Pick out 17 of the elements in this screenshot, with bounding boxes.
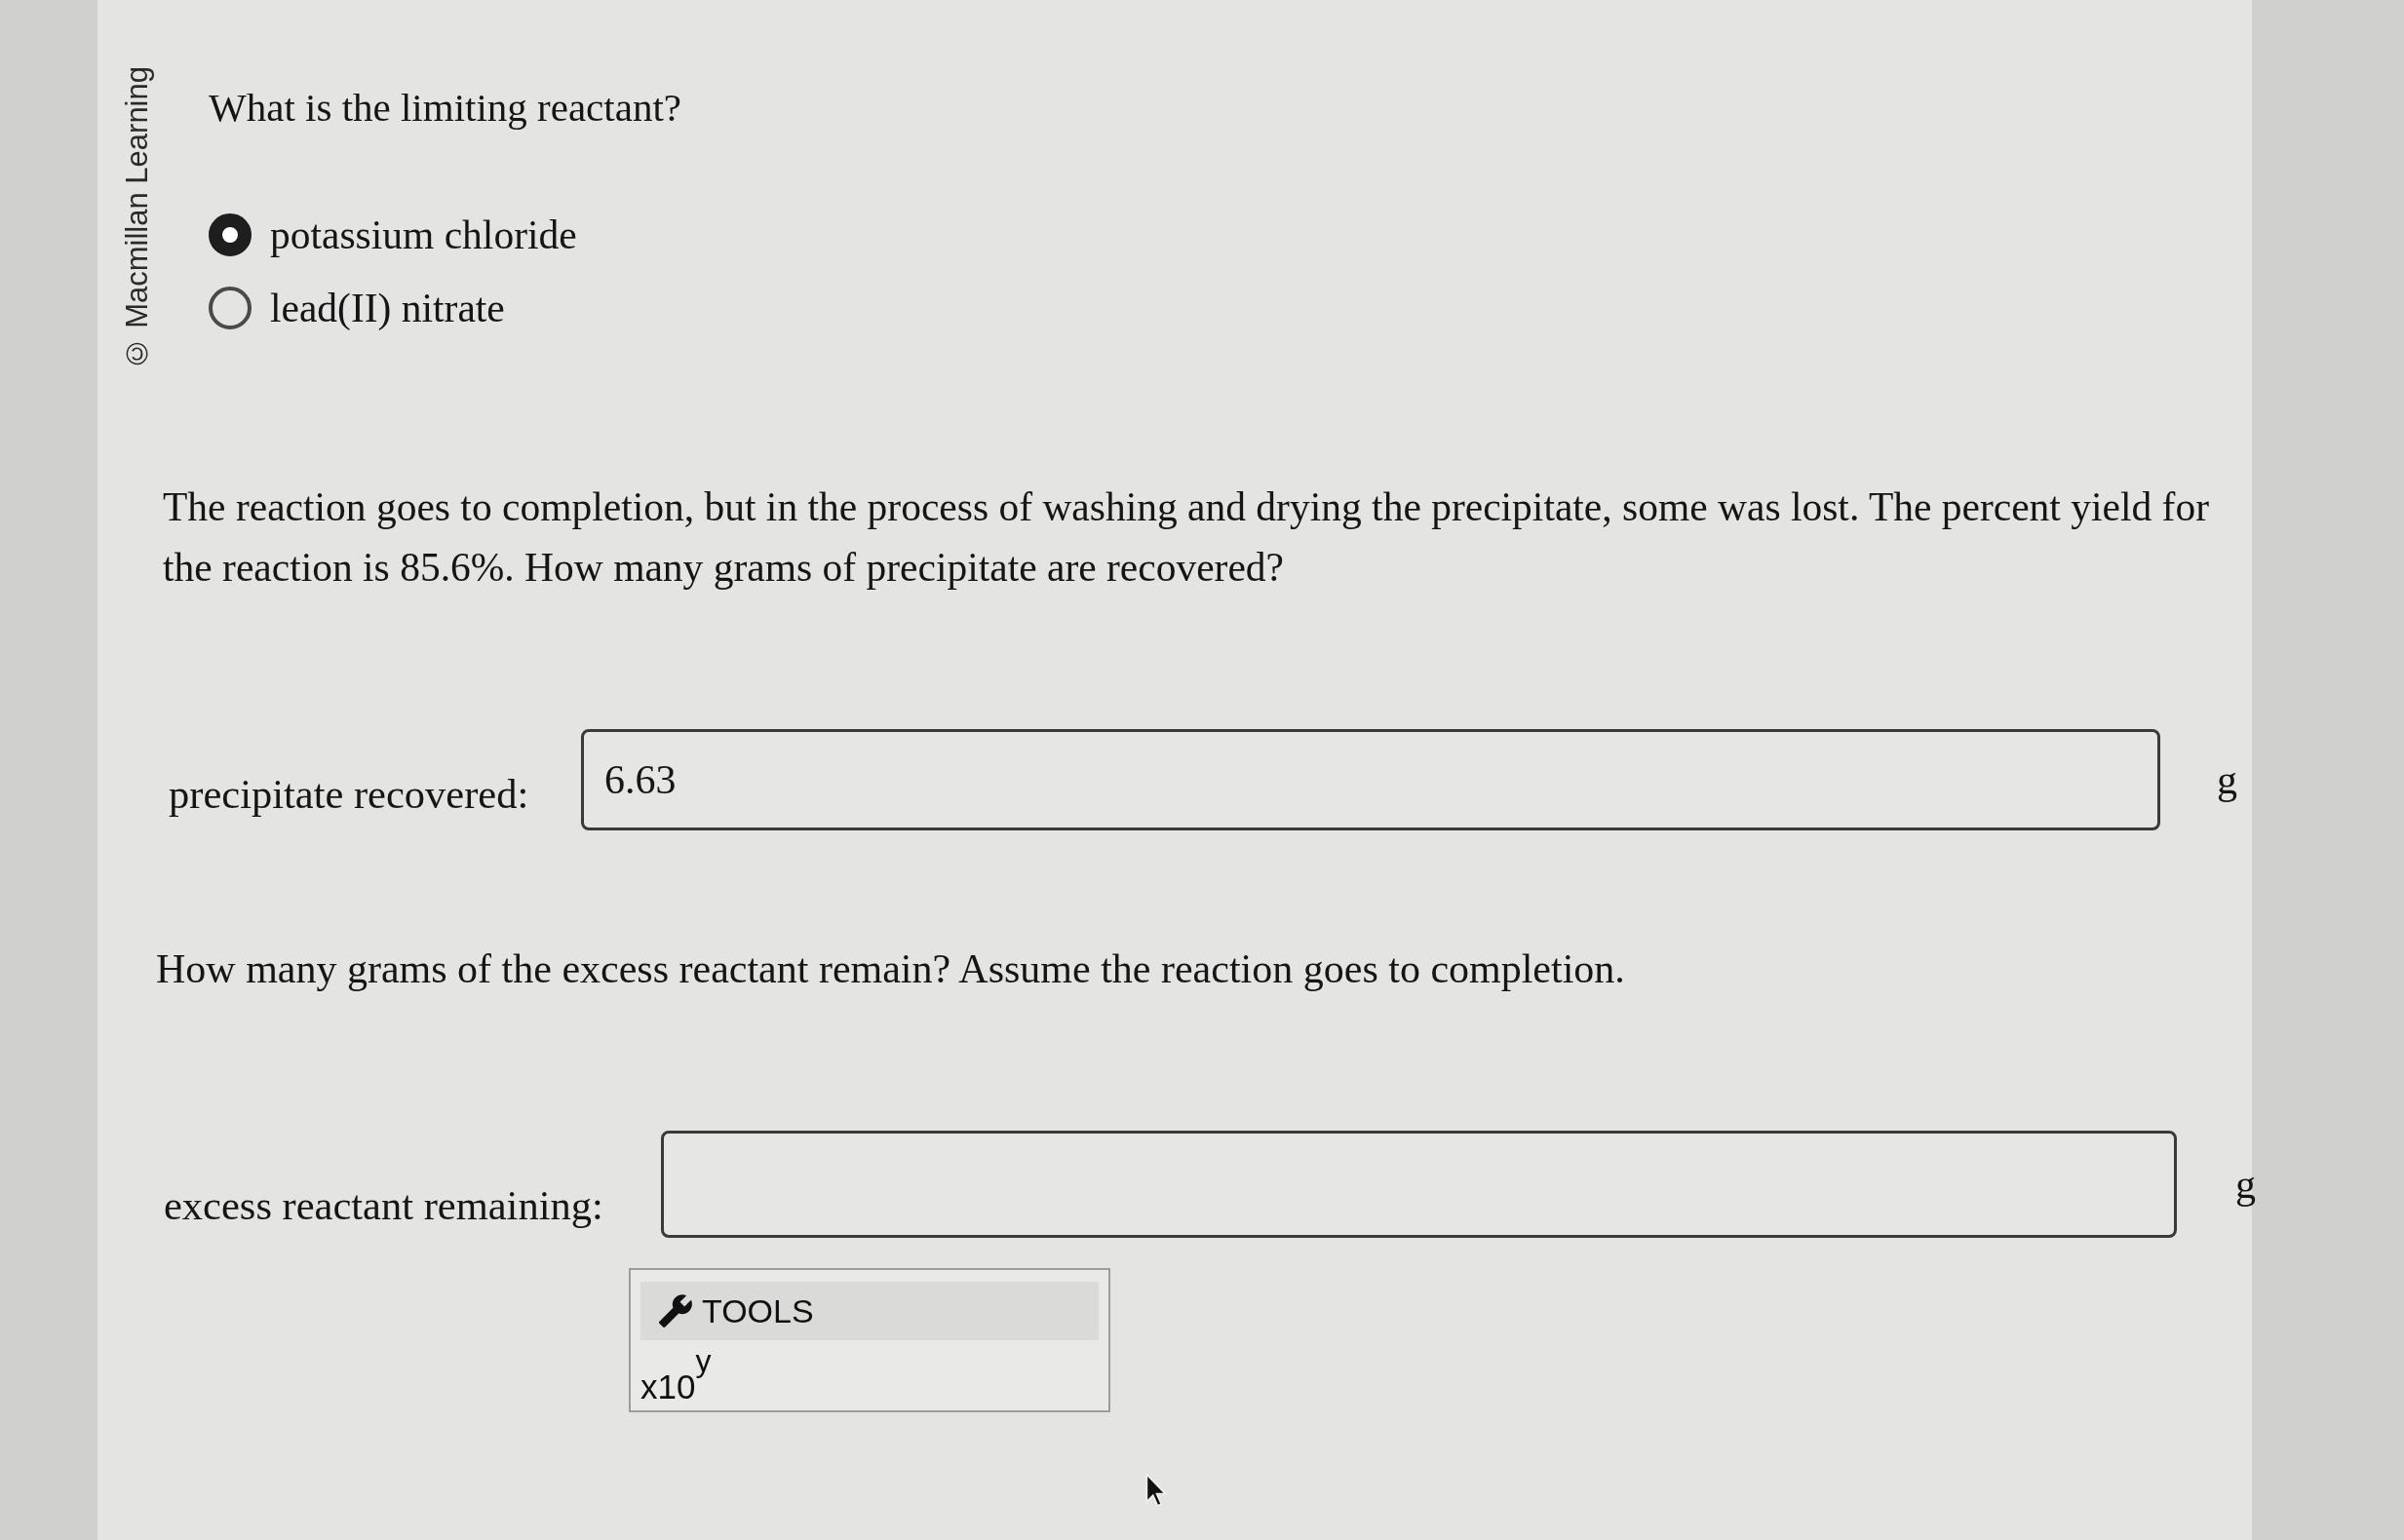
question-text: What is the limiting reactant? [209,84,681,131]
option-label[interactable]: lead(II) nitrate [270,284,505,332]
option-label[interactable]: potassium chloride [270,211,577,259]
question-text: The reaction goes to completion, but in the process of washing and drying the precipitate, some was lost. The percent yield for the reaction is 85.6%. How many grams of precipitate are recovered? [162,483,2210,592]
field-label: excess reactant remaining: [163,1181,604,1230]
answer-field[interactable] [661,1131,2177,1238]
copyright-label: © Macmillan Learning [119,66,155,371]
tools-button[interactable]: TOOLS [640,1282,1099,1340]
mouse-pointer-icon [1145,1474,1169,1509]
radio-button[interactable] [209,287,252,329]
radio-button[interactable] [209,213,252,256]
wrench-icon [659,1294,692,1328]
answer-field[interactable]: 6.63 [581,729,2160,830]
question-text: How many grams of the excess reactant remain? Assume the reaction goes to completion. [155,945,1626,993]
unit-label: g [2217,756,2237,804]
field-label: precipitate recovered: [168,770,530,819]
unit-label: g [2235,1161,2256,1209]
